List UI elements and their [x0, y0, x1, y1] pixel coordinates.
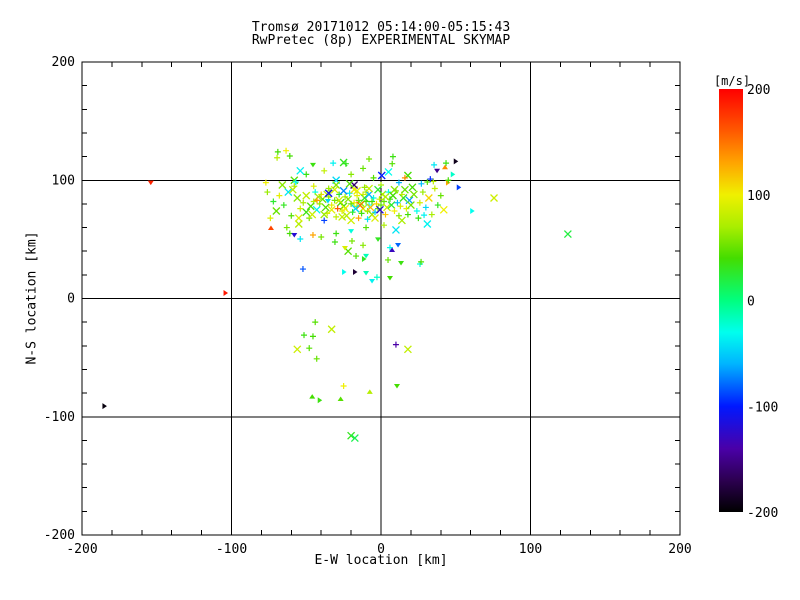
colorbar: 2001000-100-200	[719, 83, 778, 521]
grid-lines	[82, 62, 680, 535]
skymap-canvas: -200-1000100200-200-1000100200 2001000-1…	[0, 0, 800, 600]
svg-text:0: 0	[747, 295, 755, 310]
svg-text:-100: -100	[747, 400, 778, 415]
svg-text:0: 0	[67, 292, 75, 307]
svg-text:100: 100	[52, 173, 75, 188]
plot-title-line2: RwPretec (8p) EXPERIMENTAL SKYMAP	[82, 34, 680, 47]
plot-title: Tromsø 20171012 05:14:00-05:15:43 RwPret…	[82, 21, 680, 47]
svg-text:-200: -200	[747, 506, 778, 521]
svg-text:-200: -200	[44, 528, 75, 543]
colorbar-gradient	[719, 89, 743, 512]
scatter-points	[102, 148, 571, 442]
y-axis-label: N-S location [km]	[25, 231, 40, 364]
axis-tick-labels: -200-1000100200-200-1000100200	[44, 55, 692, 557]
colorbar-unit-label: [m/s]	[709, 74, 755, 88]
svg-text:100: 100	[747, 189, 770, 204]
svg-text:-100: -100	[44, 410, 75, 425]
svg-text:200: 200	[52, 55, 75, 70]
x-axis-label: E-W location [km]	[82, 553, 680, 568]
